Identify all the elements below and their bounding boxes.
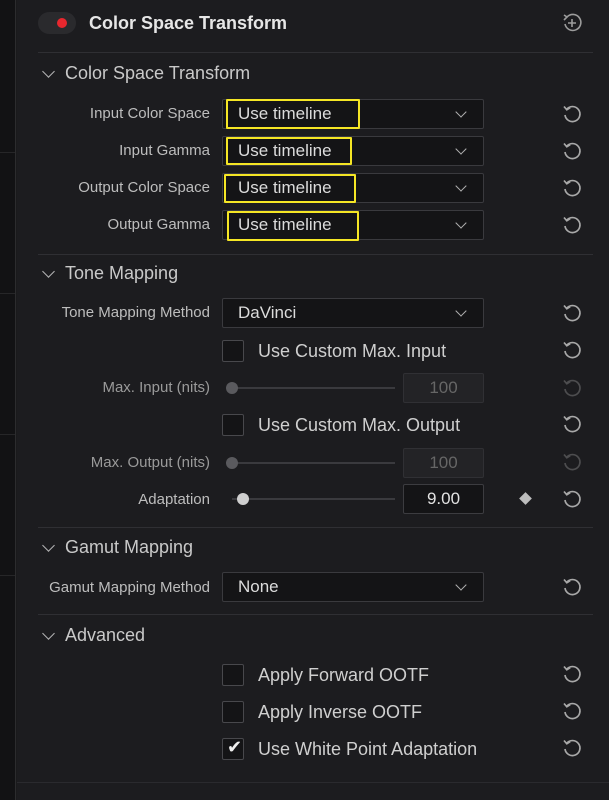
chevron-down-icon (455, 180, 467, 192)
reset-icon[interactable] (561, 302, 583, 324)
chevron-down-icon (455, 579, 467, 591)
slider-track-max-output[interactable] (232, 462, 395, 464)
divider (38, 254, 593, 255)
reset-icon[interactable] (561, 413, 583, 435)
divider (38, 52, 593, 53)
label-input-color-space: Input Color Space (89, 105, 210, 122)
chevron-down-icon (455, 143, 467, 155)
label-adaptation: Adaptation (138, 491, 210, 508)
reset-icon[interactable] (561, 663, 583, 685)
reset-icon[interactable] (561, 177, 583, 199)
reset-icon (561, 451, 583, 473)
checkbox-custom-max-input[interactable] (222, 340, 244, 362)
dropdown-gamut-mapping-method[interactable]: None (222, 572, 484, 602)
value-field-max-output[interactable]: 100 (403, 448, 484, 478)
chevron-down-icon (42, 626, 55, 640)
reset-icon[interactable] (561, 339, 583, 361)
section-title: Tone Mapping (65, 263, 179, 283)
dropdown-value: None (238, 577, 279, 596)
dropdown-tone-mapping-method[interactable]: DaVinci (222, 298, 484, 328)
checkbox-white-point-adaptation[interactable]: ✔ (222, 737, 244, 760)
checkbox-label: Use Custom Max. Input (258, 341, 447, 361)
divider (17, 782, 609, 783)
highlight-box (224, 174, 356, 203)
label-output-gamma: Output Gamma (107, 216, 210, 233)
section-tone-mapping[interactable]: Tone Mapping (42, 263, 179, 284)
chevron-down-icon (42, 538, 55, 552)
label-output-color-space: Output Color Space (78, 179, 210, 196)
checkbox-custom-max-output[interactable] (222, 414, 244, 436)
checkbox-label: Use White Point Adaptation (258, 739, 478, 759)
left-strip (0, 0, 16, 800)
checkbox-apply-forward-ootf[interactable] (222, 664, 244, 686)
checkbox-label: Apply Inverse OOTF (258, 702, 423, 722)
reset-icon[interactable] (561, 214, 583, 236)
toggle-indicator (57, 18, 67, 28)
dropdown-value: DaVinci (238, 303, 297, 322)
chevron-down-icon (42, 264, 55, 278)
effect-title: Color Space Transform (89, 13, 288, 33)
section-title: Gamut Mapping (65, 537, 194, 557)
value-field-adaptation[interactable]: 9.00 (403, 484, 484, 514)
checkbox-label: Apply Forward OOTF (258, 665, 430, 685)
highlight-box (226, 137, 352, 165)
checkmark-icon: ✔ (227, 737, 243, 757)
highlight-box (226, 99, 360, 129)
reset-icon[interactable] (561, 737, 583, 759)
highlight-box (227, 211, 359, 241)
label-gamut-mapping-method: Gamut Mapping Method (49, 579, 210, 596)
section-color-space-transform[interactable]: Color Space Transform (42, 63, 251, 84)
checkbox-label: Use Custom Max. Output (258, 415, 461, 435)
label-max-output: Max. Output (nits) (90, 454, 210, 471)
chevron-down-icon (455, 106, 467, 118)
divider (38, 527, 593, 528)
section-title: Advanced (65, 625, 146, 645)
divider (38, 614, 593, 615)
label-input-gamma: Input Gamma (119, 142, 210, 159)
value-field-max-input[interactable]: 100 (403, 373, 484, 403)
reset-icon[interactable] (561, 488, 583, 510)
checkbox-apply-inverse-ootf[interactable] (222, 701, 244, 723)
section-gamut-mapping[interactable]: Gamut Mapping (42, 537, 194, 558)
label-max-input: Max. Input (nits) (102, 379, 210, 396)
reset-icon[interactable] (561, 700, 583, 722)
slider-track-max-input[interactable] (232, 387, 395, 389)
reset-icon[interactable] (561, 103, 583, 125)
chevron-down-icon (455, 305, 467, 317)
effect-enable-toggle[interactable] (38, 12, 76, 34)
reset-icon[interactable] (561, 576, 583, 598)
slider-knob[interactable] (226, 457, 238, 469)
slider-track-adaptation[interactable] (232, 498, 395, 500)
reset-icon[interactable] (561, 140, 583, 162)
reset-icon (561, 377, 583, 399)
chevron-down-icon (42, 64, 55, 78)
section-advanced[interactable]: Advanced (42, 625, 146, 646)
chevron-down-icon (455, 217, 467, 229)
section-title: Color Space Transform (65, 63, 251, 83)
label-tone-mapping-method: Tone Mapping Method (61, 304, 210, 321)
plus-circle-icon[interactable] (561, 12, 583, 34)
slider-knob[interactable] (226, 382, 238, 394)
